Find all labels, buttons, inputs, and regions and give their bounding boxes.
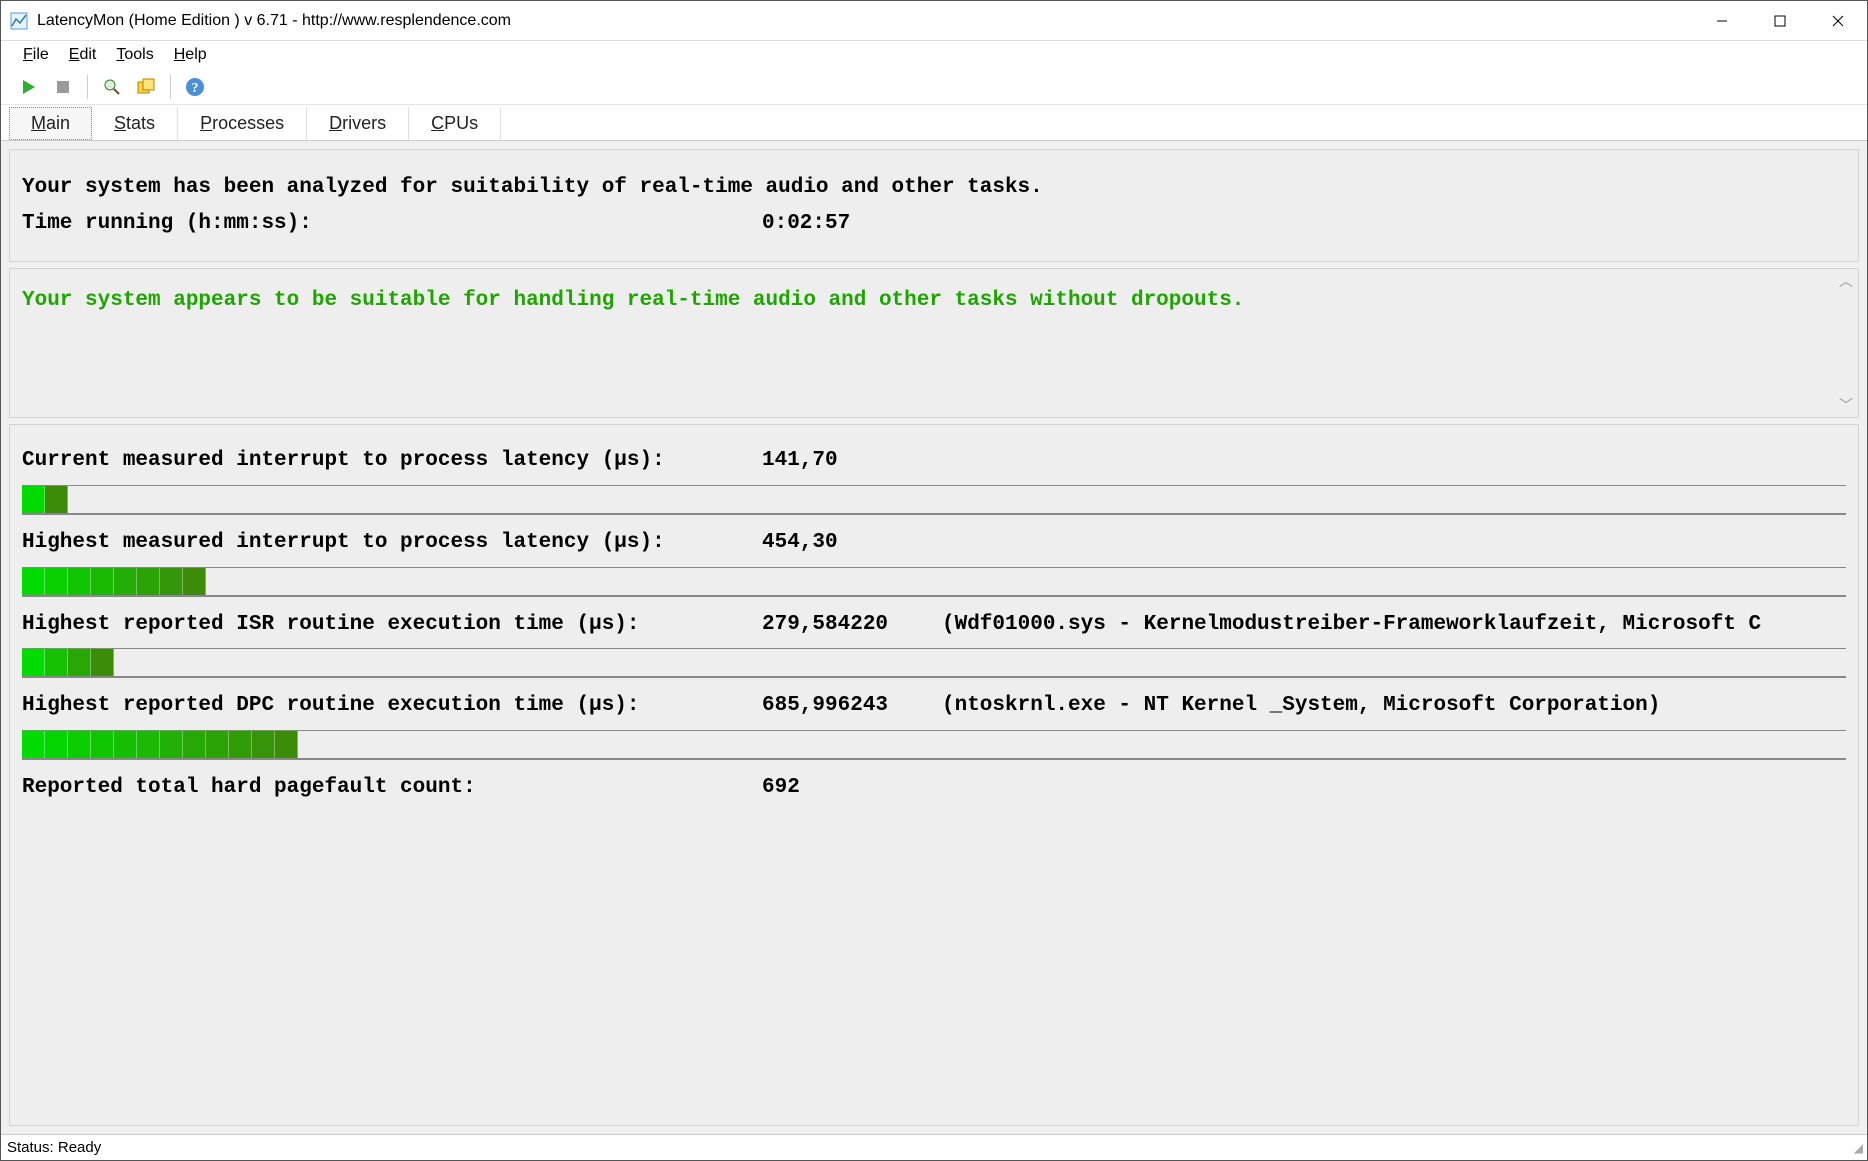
app-icon xyxy=(9,11,29,31)
summary-line: Your system has been analyzed for suitab… xyxy=(22,170,1043,206)
assessment-text: Your system appears to be suitable for h… xyxy=(22,289,1244,312)
metric-4-value: 685,996243 xyxy=(762,688,942,724)
windows-button[interactable] xyxy=(132,73,160,101)
metric-4-label: Highest reported DPC routine execution t… xyxy=(22,688,762,724)
metric-1-bar xyxy=(22,485,1846,515)
status-text: Status: Ready xyxy=(7,1139,101,1156)
summary-panel: Your system has been analyzed for suitab… xyxy=(9,149,1859,262)
metric-1-label: Current measured interrupt to process la… xyxy=(22,443,762,479)
stop-button[interactable] xyxy=(49,73,77,101)
toolbar-separator xyxy=(87,75,88,99)
scroll-up-icon[interactable]: ︿ xyxy=(1836,271,1856,291)
close-button[interactable] xyxy=(1809,2,1867,40)
maximize-button[interactable] xyxy=(1751,2,1809,40)
assessment-panel: Your system appears to be suitable for h… xyxy=(9,268,1859,418)
help-button[interactable]: ? xyxy=(181,73,209,101)
metric-3-bar xyxy=(22,648,1846,678)
metric-1-value: 141,70 xyxy=(762,443,942,479)
tab-processes[interactable]: Processes xyxy=(178,107,307,140)
metric-4-bar xyxy=(22,730,1846,760)
metric-4-extra: (ntoskrnl.exe - NT Kernel _System, Micro… xyxy=(942,688,1846,724)
window: LatencyMon (Home Edition ) v 6.71 - http… xyxy=(0,0,1868,1161)
tab-main[interactable]: Main xyxy=(9,107,92,140)
menu-help[interactable]: Help xyxy=(166,44,215,66)
body-area: Your system has been analyzed for suitab… xyxy=(1,141,1867,1134)
menu-file[interactable]: File xyxy=(15,44,57,66)
metric-3-value: 279,584220 xyxy=(762,607,942,643)
statusbar: Status: Ready ◢ xyxy=(1,1134,1867,1160)
tab-stats[interactable]: Stats xyxy=(92,107,178,140)
menu-edit[interactable]: Edit xyxy=(61,44,105,66)
titlebar: LatencyMon (Home Edition ) v 6.71 - http… xyxy=(1,1,1867,41)
toolbar-separator xyxy=(170,75,171,99)
play-button[interactable] xyxy=(15,73,43,101)
minimize-button[interactable] xyxy=(1693,2,1751,40)
tab-strip: Main Stats Processes Drivers CPUs xyxy=(1,105,1867,141)
metric-2-label: Highest measured interrupt to process la… xyxy=(22,525,762,561)
metrics-panel: Current measured interrupt to process la… xyxy=(9,424,1859,1126)
window-title: LatencyMon (Home Edition ) v 6.71 - http… xyxy=(37,12,511,30)
resize-grip-icon[interactable]: ◢ xyxy=(1854,1141,1863,1155)
scroll-down-icon[interactable]: ﹀ xyxy=(1836,395,1856,415)
metric-5-label: Reported total hard pagefault count: xyxy=(22,770,762,806)
metric-3-extra: (Wdf01000.sys - Kernelmodustreiber-Frame… xyxy=(942,607,1846,643)
magnifier-button[interactable] xyxy=(98,73,126,101)
time-running-label: Time running (h:mm:ss): xyxy=(22,206,762,242)
metric-3-label: Highest reported ISR routine execution t… xyxy=(22,607,762,643)
tab-cpus[interactable]: CPUs xyxy=(409,107,501,140)
metric-2-value: 454,30 xyxy=(762,525,942,561)
menu-tools[interactable]: Tools xyxy=(108,44,161,66)
tab-drivers[interactable]: Drivers xyxy=(307,107,409,140)
window-controls xyxy=(1693,2,1867,40)
metric-2-bar xyxy=(22,567,1846,597)
toolbar: ? xyxy=(1,69,1867,105)
metric-5-value: 692 xyxy=(762,770,942,806)
time-running-value: 0:02:57 xyxy=(762,206,942,242)
menubar: File Edit Tools Help xyxy=(1,41,1867,69)
svg-text:?: ? xyxy=(192,81,199,96)
